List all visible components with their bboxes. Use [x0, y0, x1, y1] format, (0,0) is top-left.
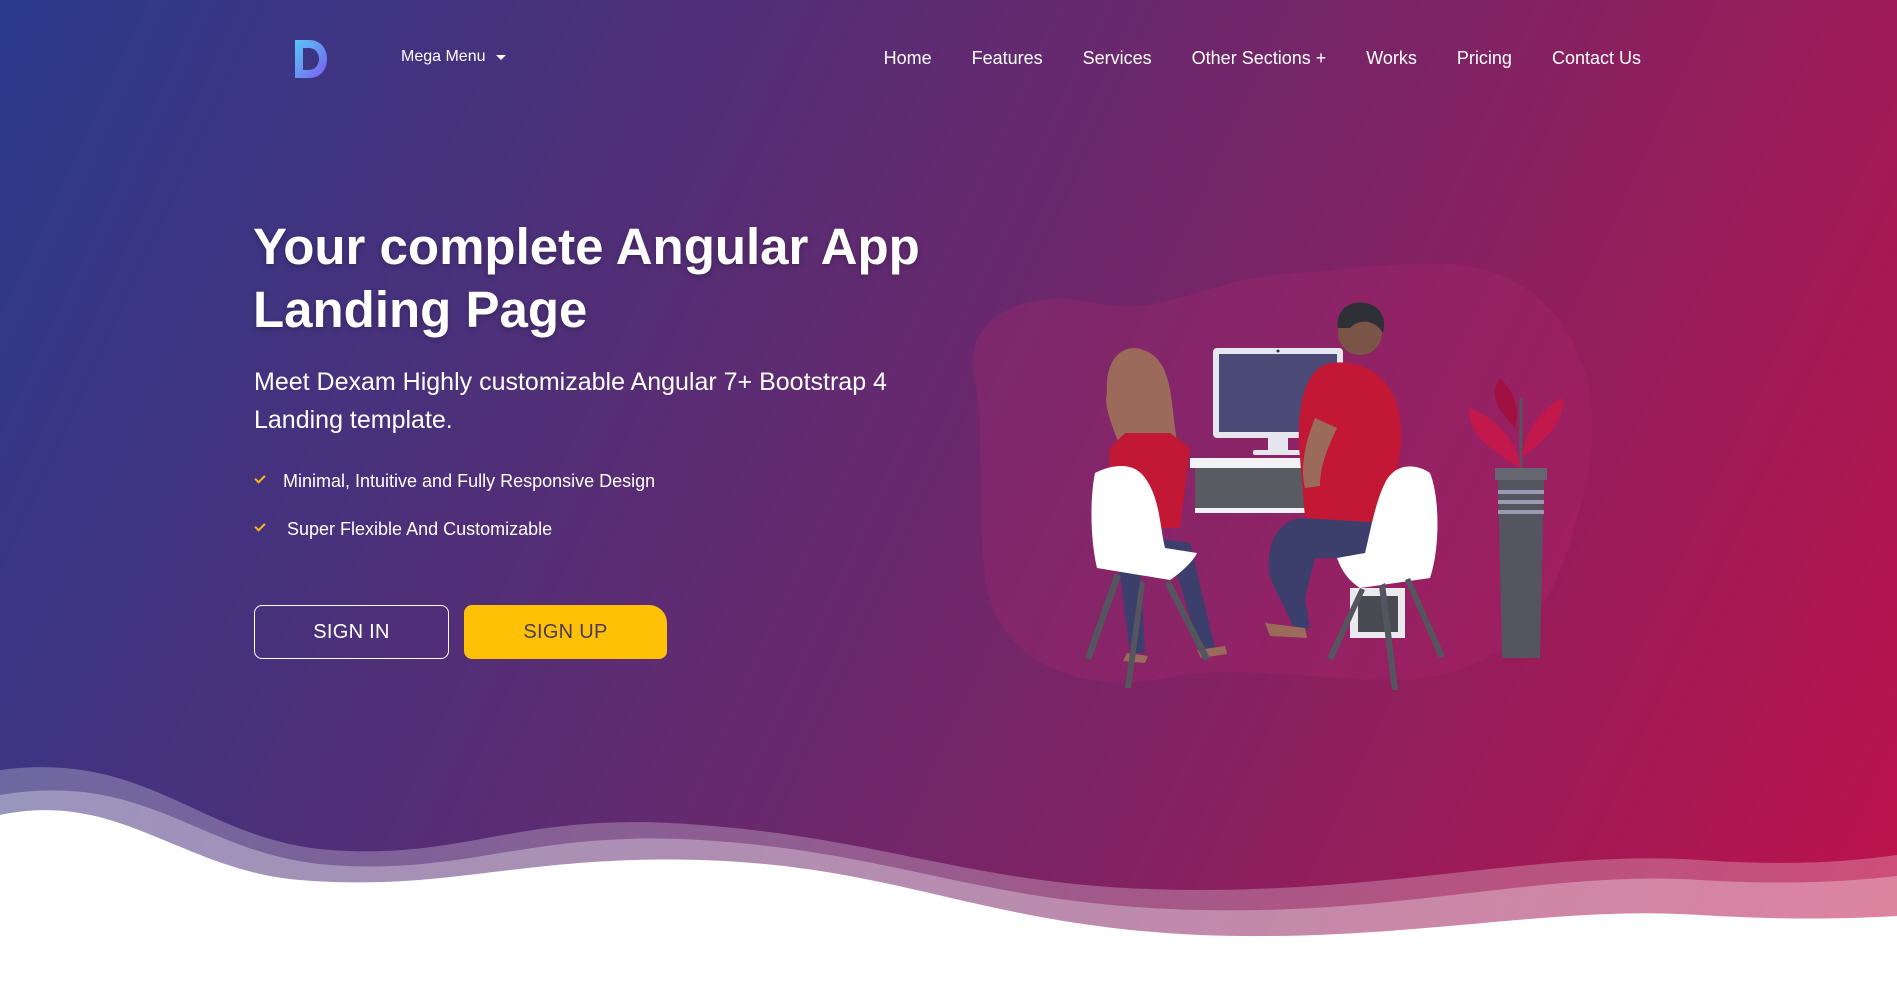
- mega-menu-label: Mega Menu: [401, 48, 486, 65]
- nav-contact-us[interactable]: Contact Us: [1552, 47, 1641, 69]
- hero-headline-line1: Your complete Angular App: [253, 218, 920, 275]
- nav-services[interactable]: Services: [1083, 47, 1152, 69]
- nav-other-sections[interactable]: Other Sections +: [1192, 47, 1327, 69]
- feature-item: Super Flexible And Customizable: [254, 518, 655, 540]
- main-nav: Home Features Services Other Sections + …: [884, 47, 1641, 69]
- logo-icon[interactable]: [293, 38, 329, 80]
- office-illustration-icon: [972, 263, 1593, 690]
- feature-text: Super Flexible And Customizable: [287, 518, 553, 539]
- hero-headline: Your complete Angular App Landing Page: [253, 215, 973, 341]
- feature-list: Minimal, Intuitive and Fully Responsive …: [254, 470, 656, 566]
- feature-text: Minimal, Intuitive and Fully Responsive …: [283, 470, 656, 491]
- sign-up-button[interactable]: SIGN UP: [464, 605, 667, 659]
- mega-menu-toggle[interactable]: Mega Menu: [401, 48, 506, 66]
- hero-headline-line2: Landing Page: [253, 281, 588, 338]
- wave-divider: [0, 767, 1897, 983]
- nav-home[interactable]: Home: [884, 47, 932, 69]
- hero-section: Mega Menu Home Features Services Other S…: [0, 0, 1897, 983]
- sign-in-button[interactable]: SIGN IN: [254, 605, 449, 659]
- hero-subline-line1: Meet Dexam Highly customizable Angular 7…: [254, 368, 887, 396]
- nav-features[interactable]: Features: [972, 47, 1043, 69]
- hero-subline: Meet Dexam Highly customizable Angular 7…: [254, 363, 954, 439]
- feature-item: Minimal, Intuitive and Fully Responsive …: [254, 470, 656, 492]
- nav-pricing[interactable]: Pricing: [1457, 47, 1512, 69]
- chevron-down-icon: [495, 54, 506, 60]
- nav-works[interactable]: Works: [1366, 47, 1417, 69]
- hero-subline-line2: Landing template.: [254, 406, 453, 434]
- check-icon: [254, 520, 266, 532]
- check-icon: [254, 472, 266, 484]
